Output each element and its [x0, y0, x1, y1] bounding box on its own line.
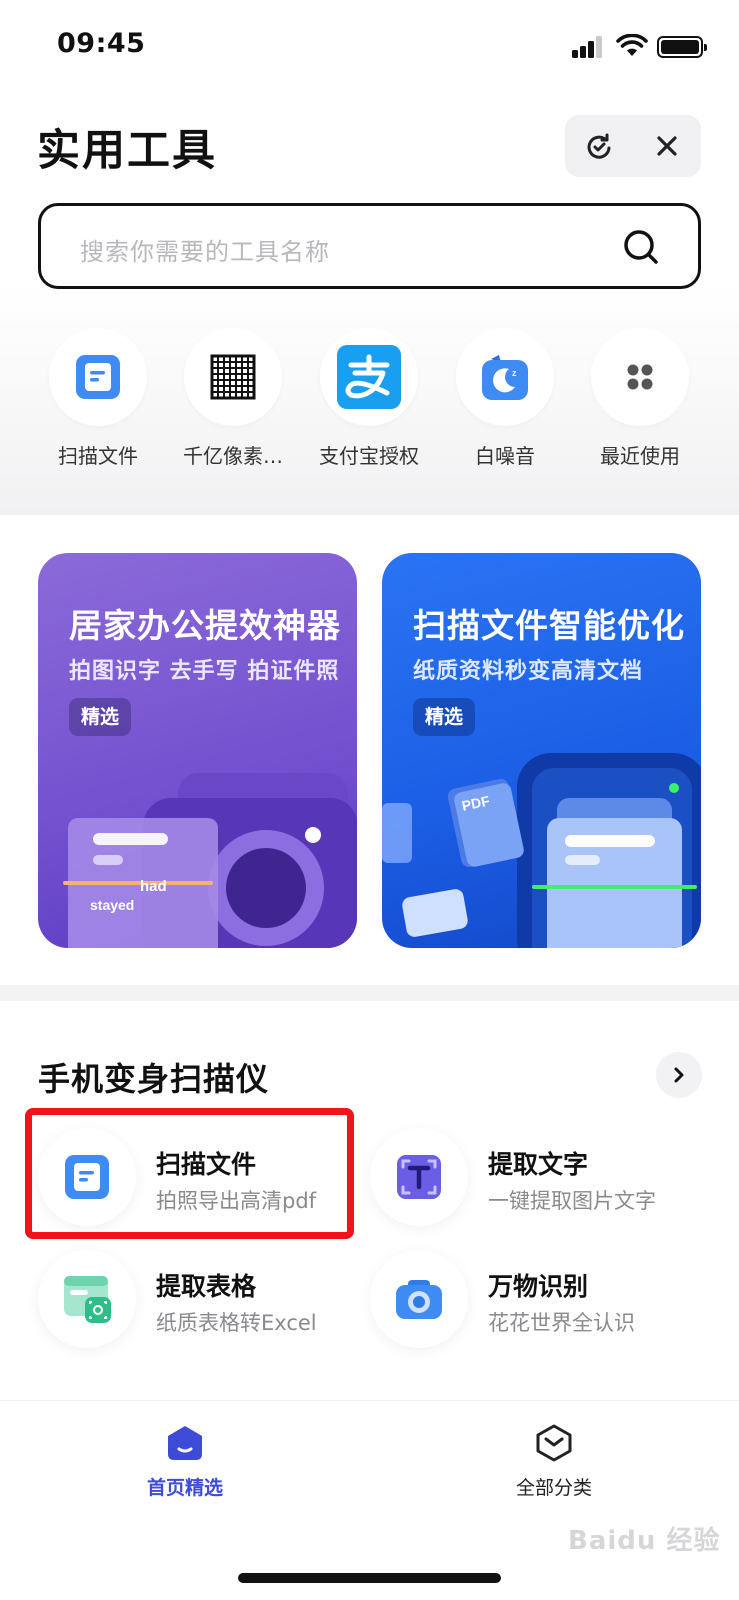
tool-description: 花花世界全认识 [488, 1311, 635, 1335]
tool-description: 纸质表格转Excel [156, 1311, 317, 1335]
page-title: 实用工具 [37, 126, 217, 176]
banner-home-office[interactable]: 居家办公提效神器 拍图识字 去手写 拍证件照 精选 had stayed [38, 553, 357, 948]
quick-tool-label: 支付宝授权 [319, 444, 419, 468]
refresh-check-icon [587, 133, 611, 159]
svg-text:z: z [512, 368, 517, 378]
chevron-right-icon [674, 1067, 684, 1083]
quick-tool-recent[interactable]: 最近使用 [575, 328, 705, 469]
quick-tool-label: 最近使用 [600, 444, 680, 468]
bottom-tab-bar: 首页精选 全部分类 [0, 1400, 739, 1600]
close-button[interactable] [633, 115, 701, 177]
banner-tag: 精选 [69, 698, 132, 736]
phone-scan-illustration: PDF [382, 753, 701, 948]
illustration-word-had: had [140, 878, 167, 895]
search-icon[interactable] [622, 228, 660, 266]
section-title: 手机变身扫描仪 [38, 1060, 270, 1098]
camera-icon [396, 1280, 442, 1319]
tab-home[interactable]: 首页精选 [105, 1423, 265, 1500]
moon-sound-icon: z [482, 355, 528, 400]
status-time: 09:45 [57, 28, 146, 59]
battery-icon [657, 36, 707, 58]
tab-label: 全部分类 [515, 1477, 592, 1499]
banner-title: 居家办公提效神器 [69, 606, 341, 645]
tool-name: 提取表格 [156, 1272, 257, 1301]
search-input[interactable]: 搜索你需要的工具名称 [38, 203, 701, 289]
quick-tool-label: 千亿像素… [183, 444, 283, 468]
quick-tool-alipay[interactable]: 支付宝授权 [304, 328, 434, 469]
quick-tool-label: 扫描文件 [58, 444, 138, 468]
tool-extract-text[interactable]: 提取文字 一键提取图片文字 [370, 1128, 700, 1228]
tool-name: 万物识别 [488, 1272, 589, 1301]
hexagon-category-icon [536, 1424, 572, 1462]
alipay-icon [337, 345, 401, 409]
tool-name: 提取文字 [488, 1150, 589, 1179]
tab-label: 首页精选 [146, 1477, 223, 1499]
tab-all-categories[interactable]: 全部分类 [474, 1423, 634, 1500]
illustration-word-stayed: stayed [90, 897, 134, 913]
four-dots-icon [627, 364, 653, 390]
camera-illustration: had stayed [63, 773, 357, 948]
banner-title: 扫描文件智能优化 [413, 606, 685, 645]
quick-tool-scan[interactable]: 扫描文件 [33, 328, 163, 469]
section-more-button[interactable] [656, 1052, 702, 1098]
cellular-signal-icon [572, 36, 602, 58]
scan-doc-icon [76, 355, 120, 399]
highlight-annotation-box [25, 1108, 354, 1239]
banner-tag: 精选 [413, 698, 476, 736]
home-indicator[interactable] [238, 1573, 501, 1583]
search-placeholder: 搜索你需要的工具名称 [80, 238, 330, 266]
table-extract-icon [64, 1276, 111, 1323]
banner-subtitle: 拍图识字 去手写 拍证件照 [69, 659, 340, 684]
text-extract-icon [397, 1155, 441, 1199]
section-divider [0, 985, 739, 1001]
tool-description: 一键提取图片文字 [488, 1189, 656, 1213]
close-icon [657, 136, 677, 156]
quick-tool-gigapixel[interactable]: 千亿像素… [168, 328, 298, 469]
quick-tool-white-noise[interactable]: z 白噪音 [440, 328, 570, 469]
watermark-logo: Baidu 经验 [568, 1526, 721, 1556]
tool-object-recognition[interactable]: 万物识别 花花世界全认识 [370, 1250, 700, 1350]
tool-extract-table[interactable]: 提取表格 纸质表格转Excel [38, 1250, 368, 1350]
banner-subtitle: 纸质资料秒变高清文档 [413, 659, 644, 684]
grid-pixel-icon [210, 354, 256, 400]
wifi-icon [616, 34, 648, 56]
quick-tool-label: 白噪音 [475, 444, 535, 468]
home-icon [168, 1426, 202, 1460]
refresh-button[interactable] [565, 115, 633, 177]
banner-scan-optimize[interactable]: 扫描文件智能优化 纸质资料秒变高清文档 精选 PDF [382, 553, 701, 948]
quick-tools-row: 扫描文件 千亿像素… 支付宝授权 z 白噪音 最近使用 [0, 328, 739, 478]
status-bar: 09:45 [0, 0, 739, 90]
mini-program-capsule [565, 115, 701, 177]
